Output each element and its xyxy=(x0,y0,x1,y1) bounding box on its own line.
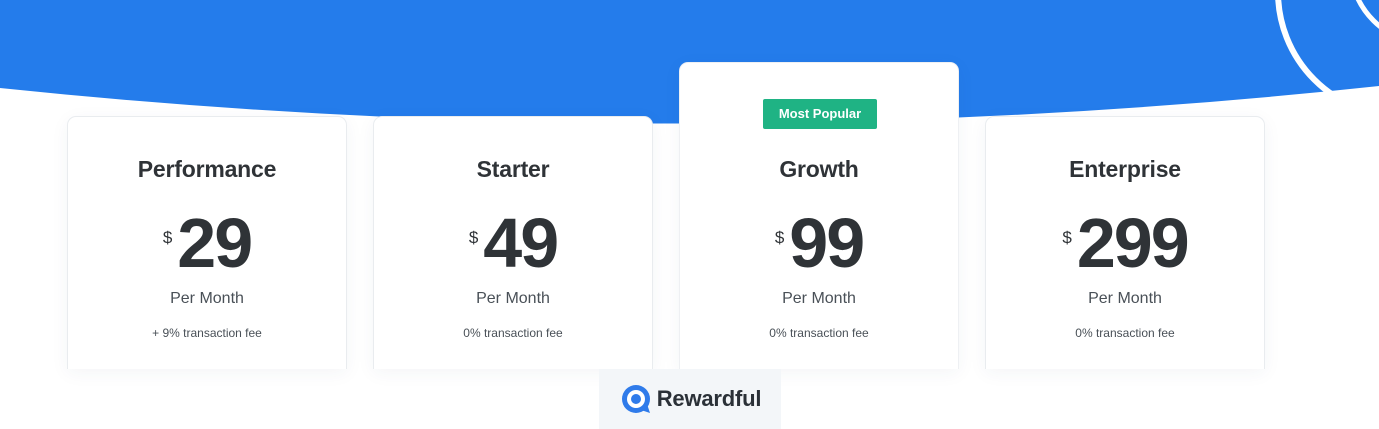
pricing-card-enterprise[interactable]: Enterprise $ 299 Per Month 0% transactio… xyxy=(985,116,1265,369)
pricing-card-starter[interactable]: Starter $ 49 Per Month 0% transaction fe… xyxy=(373,116,653,369)
transaction-fee: + 9% transaction fee xyxy=(152,326,262,340)
billing-period: Per Month xyxy=(476,290,550,307)
price-amount: 299 xyxy=(1076,204,1190,282)
plan-name: Performance xyxy=(137,156,277,182)
price-amount: 99 xyxy=(789,204,865,282)
currency-symbol: $ xyxy=(468,228,479,247)
rewardful-logo-icon xyxy=(621,385,650,413)
plan-name: Enterprise xyxy=(1069,156,1181,182)
plan-name: Starter xyxy=(476,156,550,182)
transaction-fee: 0% transaction fee xyxy=(1075,326,1175,340)
brand-logo: Rewardful xyxy=(599,369,781,429)
transaction-fee: 0% transaction fee xyxy=(463,326,563,340)
transaction-fee: 0% transaction fee xyxy=(769,326,869,340)
plan-price: $ 299 xyxy=(986,207,1264,279)
billing-period: Per Month xyxy=(782,290,856,307)
currency-symbol: $ xyxy=(774,228,785,247)
currency-symbol: $ xyxy=(162,228,173,247)
plan-price: $ 29 xyxy=(68,207,346,279)
currency-symbol: $ xyxy=(1062,228,1072,247)
billing-period: Per Month xyxy=(1088,290,1162,307)
pricing-card-performance[interactable]: Performance $ 29 Per Month + 9% transact… xyxy=(67,116,347,369)
most-popular-badge: Most Popular xyxy=(763,99,877,129)
plan-price: $ 49 xyxy=(374,207,652,279)
pricing-card-growth[interactable]: Most Popular Growth $ 99 Per Month 0% tr… xyxy=(679,62,959,369)
brand-name: Rewardful xyxy=(656,386,762,411)
price-amount: 29 xyxy=(177,204,253,282)
plan-price: $ 99 xyxy=(680,207,958,279)
price-amount: 49 xyxy=(483,204,559,282)
plan-name: Growth xyxy=(779,156,859,182)
billing-period: Per Month xyxy=(170,290,244,307)
